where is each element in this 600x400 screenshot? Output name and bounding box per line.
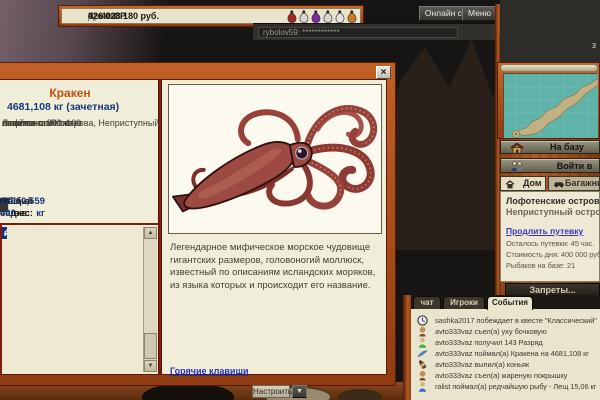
- extend-pass-link[interactable]: Продлить путевку: [506, 226, 583, 236]
- login-panel: rybolov59: ************: [253, 23, 500, 40]
- person-icon: [417, 381, 428, 392]
- stat-line: Осталось путевки: 45 час.: [506, 239, 594, 248]
- flask-white-icon[interactable]: [334, 10, 345, 24]
- event-text: avto333vaz съел(а) уху бочковую: [435, 327, 547, 336]
- close-icon[interactable]: ×: [376, 66, 391, 79]
- flask-icons-row: [286, 10, 357, 24]
- game-screen: Время: 02:40 СР Деньги: 426 028 180 руб.…: [0, 0, 600, 400]
- event-text: avto333vaz съел(а) жареную покрышку: [435, 371, 567, 380]
- event-text: sashka2017 побеждает в квесте "Классичес…: [435, 316, 597, 325]
- fish-info-dialog: × Кракен 4681,108 кг (зачетная) о пойман…: [0, 62, 396, 386]
- home-icon: [505, 180, 515, 189]
- cage-weight-value: 13010,559 кг: [0, 196, 45, 220]
- fish-title: Кракен: [0, 86, 140, 100]
- scroll-down-icon[interactable]: ▼: [144, 360, 157, 372]
- money-value: 426 028 180 руб.: [88, 11, 159, 21]
- scrollbar-thumb[interactable]: [144, 333, 157, 359]
- fish-weight: 4681,108 кг: [4, 228, 7, 238]
- fish-list-box: о35,094 кгая рыба3,269 кгвоздушная67 грк…: [0, 223, 158, 374]
- configure-button[interactable]: Настроить: [252, 385, 290, 398]
- event-text: avto333vaz получил 143 Разряд: [435, 338, 543, 347]
- minimap-frame: [497, 62, 600, 139]
- info-line: Ловится постоянно: [2, 118, 82, 130]
- menu-button[interactable]: Меню: [462, 6, 497, 21]
- event-text: ralist поймал(а) редчайшую рыбу - Лещ 15…: [435, 382, 596, 391]
- flask-silver-icon[interactable]: [298, 10, 309, 24]
- status-bar-inner: Время: 02:40 СР Деньги: 426 028 180 руб.: [61, 8, 361, 24]
- kraken-illustration: [169, 85, 381, 233]
- car-icon: [553, 180, 565, 188]
- drink-icon: [417, 359, 428, 370]
- base-info-panel: Лофотенские острова. Неприступный остров…: [500, 191, 600, 282]
- desk-item: [338, 389, 382, 400]
- hotkeys-link[interactable]: Горячие клавиши: [170, 366, 248, 376]
- dialog-content: Кракен 4681,108 кг (зачетная) о поймана:…: [0, 79, 387, 375]
- stat-line: Стоимость дня: 400 000 руб.: [506, 250, 600, 259]
- tab-chat[interactable]: чат: [413, 296, 441, 309]
- fish-list-scrollbar[interactable]: ▲ ▼: [143, 227, 157, 372]
- flask-silver-icon[interactable]: [322, 10, 333, 24]
- to-base-button[interactable]: На базу: [500, 140, 600, 154]
- map-scroll-roll: [500, 64, 598, 72]
- tab-events[interactable]: События: [487, 296, 533, 310]
- to-base-label: На базу: [550, 141, 584, 154]
- login-field[interactable]: rybolov59: ************: [258, 27, 458, 38]
- tab-trunk[interactable]: Багажник: [548, 176, 600, 191]
- fish-list: о35,094 кгая рыба3,269 кгвоздушная67 грк…: [2, 227, 143, 372]
- events-panel: чат Игроки События sashka2017 побеждает …: [411, 295, 600, 400]
- lofoten-map: [504, 74, 598, 138]
- dropdown-button[interactable]: ▼: [292, 385, 307, 398]
- eat-icon: [417, 326, 428, 337]
- event-text: avto333vaz выпил(а) коньяк: [435, 360, 529, 369]
- catch-icon: [417, 348, 428, 359]
- location-line1: Лофотенские острова.: [506, 196, 600, 206]
- flask-amber-icon[interactable]: [346, 10, 357, 24]
- fish-weight-line: 4681,108 кг (зачетная): [7, 101, 119, 113]
- events-tabs-bar: чат Игроки События: [411, 295, 600, 309]
- mountain-silhouette: [378, 30, 508, 250]
- eat-icon: [417, 370, 428, 381]
- house-icon: [510, 143, 524, 154]
- minimap[interactable]: [503, 73, 597, 137]
- clock-icon: [417, 315, 428, 326]
- fish-description: Легендарное мифическое морское чудовище …: [170, 242, 381, 292]
- location-line2: Неприступный остров: [506, 207, 600, 217]
- people-icon: [510, 161, 524, 171]
- tab-players[interactable]: Игроки: [443, 296, 485, 309]
- top-right-panel: з: [500, 0, 600, 62]
- tab-home-label: Дом: [523, 177, 542, 190]
- stat-line: Рыбаков на базе: 21: [506, 261, 575, 270]
- top-buttons-row: Онлайн сервисы ? Меню: [365, 6, 497, 21]
- flask-red-icon[interactable]: [286, 10, 297, 24]
- list-item[interactable]: н4681,108 кг: [2, 227, 7, 239]
- scroll-up-icon[interactable]: ▲: [144, 227, 157, 239]
- clipped-corner-text: з: [592, 40, 596, 50]
- event-text: avto333vaz поймал(а) Кракена на 4681,108…: [435, 349, 589, 358]
- fish-image-panel: [168, 84, 382, 234]
- enter-hq-button[interactable]: Войти в штаб: [500, 158, 600, 173]
- flask-purple-icon[interactable]: [310, 10, 321, 24]
- tab-home[interactable]: Дом: [500, 176, 546, 191]
- tab-trunk-label: Багажник: [565, 177, 600, 190]
- rank-icon: [417, 337, 428, 348]
- events-frame-edge: [403, 295, 411, 400]
